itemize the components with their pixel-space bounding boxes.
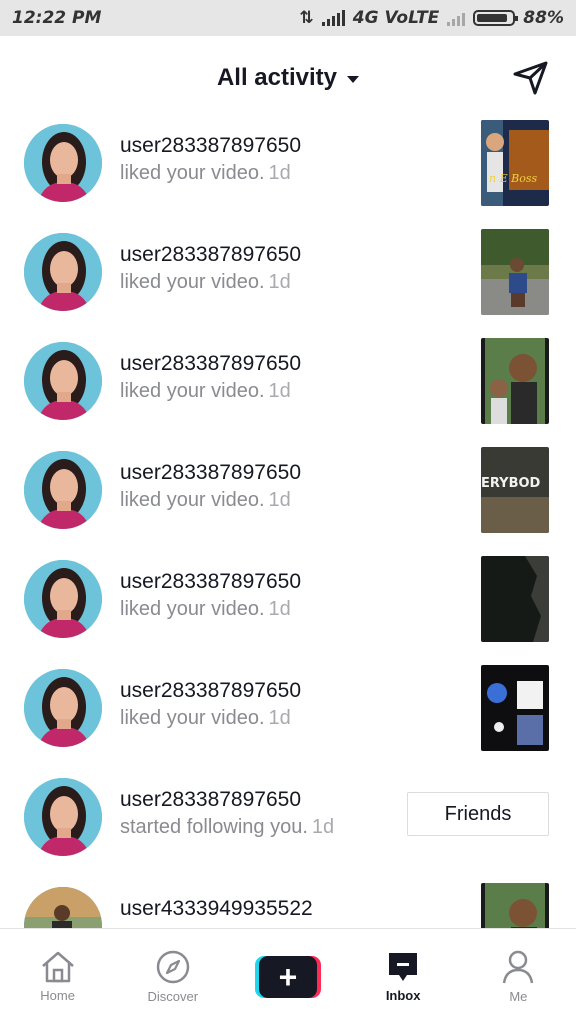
activity-text: started following you. 1d <box>120 816 335 838</box>
nav-home-label: Home <box>40 988 75 1003</box>
data-arrows-icon: ⇅ <box>299 8 314 28</box>
username[interactable]: user4333949935522 <box>120 897 313 921</box>
send-message-icon[interactable] <box>512 60 550 96</box>
nav-discover[interactable]: Discover <box>123 949 223 1004</box>
username[interactable]: user283387897650 <box>120 243 301 267</box>
video-thumbnail[interactable]: ERYBOD <box>481 447 549 533</box>
home-icon <box>41 951 74 983</box>
video-thumbnail[interactable] <box>481 883 549 928</box>
avatar[interactable] <box>24 233 102 311</box>
thumb-caption: ERYBOD <box>481 476 541 491</box>
username[interactable]: user283387897650 <box>120 352 301 376</box>
nav-discover-label: Discover <box>147 989 199 1004</box>
activity-filter-dropdown[interactable]: All activity <box>216 64 360 92</box>
username[interactable]: user283387897650 <box>120 134 301 158</box>
video-thumbnail[interactable]: n E Boss <box>481 120 549 206</box>
avatar[interactable] <box>24 887 102 928</box>
username[interactable]: user283387897650 <box>120 461 301 485</box>
activity-text: liked your video. 1d <box>120 707 291 729</box>
activity-text: liked your video. 1d <box>120 380 291 402</box>
bottom-nav: Home Discover + Inbox Me <box>0 928 576 1024</box>
list-item[interactable]: user283387897650 liked your video. 1d n E… <box>0 120 576 229</box>
activity-text: liked your video. 1d <box>120 598 291 620</box>
page-title: All activity <box>216 64 338 91</box>
nav-create[interactable]: + <box>238 955 338 998</box>
avatar[interactable] <box>24 342 102 420</box>
nav-me[interactable]: Me <box>468 949 568 1004</box>
nav-inbox-label: Inbox <box>385 988 421 1003</box>
signal-icon <box>321 10 345 26</box>
video-thumbnail[interactable] <box>481 338 549 424</box>
username[interactable]: user283387897650 <box>120 679 301 703</box>
plus-icon: + <box>258 955 317 998</box>
thumb-caption: n E Boss <box>489 172 537 185</box>
video-thumbnail[interactable] <box>481 229 549 315</box>
list-item[interactable]: user283387897650 liked your video. 1d <box>0 556 576 665</box>
username[interactable]: user283387897650 <box>120 788 301 812</box>
list-item[interactable]: user283387897650 liked your video. 1d ERY… <box>0 447 576 556</box>
activity-text: liked your video. 1d <box>120 162 291 184</box>
list-item[interactable]: user283387897650 liked your video. 1d <box>0 229 576 338</box>
nav-me-label: Me <box>509 989 528 1004</box>
avatar[interactable] <box>24 669 102 747</box>
username[interactable]: user283387897650 <box>120 570 301 594</box>
activity-list: user283387897650 liked your video. 1d n E… <box>0 120 576 928</box>
activity-text: liked your video. 1d <box>120 271 291 293</box>
list-item[interactable]: user283387897650 liked your video. 1d <box>0 338 576 447</box>
signal-2-icon <box>447 10 466 26</box>
profile-icon <box>503 950 534 984</box>
inbox-icon <box>389 953 418 981</box>
compass-icon <box>156 950 190 984</box>
status-time: 12:22 PM <box>12 8 102 28</box>
activity-text: liked your video. 1d <box>120 489 291 511</box>
avatar[interactable] <box>24 451 102 529</box>
battery-icon <box>473 10 519 26</box>
video-thumbnail[interactable] <box>481 556 549 642</box>
network-type: 4G VoLTE <box>352 8 440 28</box>
battery-percent: 88% <box>523 8 564 28</box>
video-thumbnail[interactable] <box>481 665 549 751</box>
status-icons: ⇅ 4G VoLTE 88% <box>300 8 564 28</box>
create-video-button[interactable]: + <box>254 955 321 998</box>
friends-button[interactable]: Friends <box>407 792 549 836</box>
nav-inbox[interactable]: Inbox <box>353 950 453 1003</box>
avatar[interactable] <box>24 124 102 202</box>
caret-down-icon <box>347 75 360 83</box>
list-item[interactable]: user4333949935522 <box>0 883 576 928</box>
avatar[interactable] <box>24 778 102 856</box>
header: All activity <box>0 36 576 120</box>
status-bar: 12:22 PM ⇅ 4G VoLTE 88% <box>0 0 576 36</box>
avatar[interactable] <box>24 560 102 638</box>
list-item[interactable]: user283387897650 liked your video. 1d <box>0 665 576 774</box>
nav-home[interactable]: Home <box>8 950 108 1003</box>
